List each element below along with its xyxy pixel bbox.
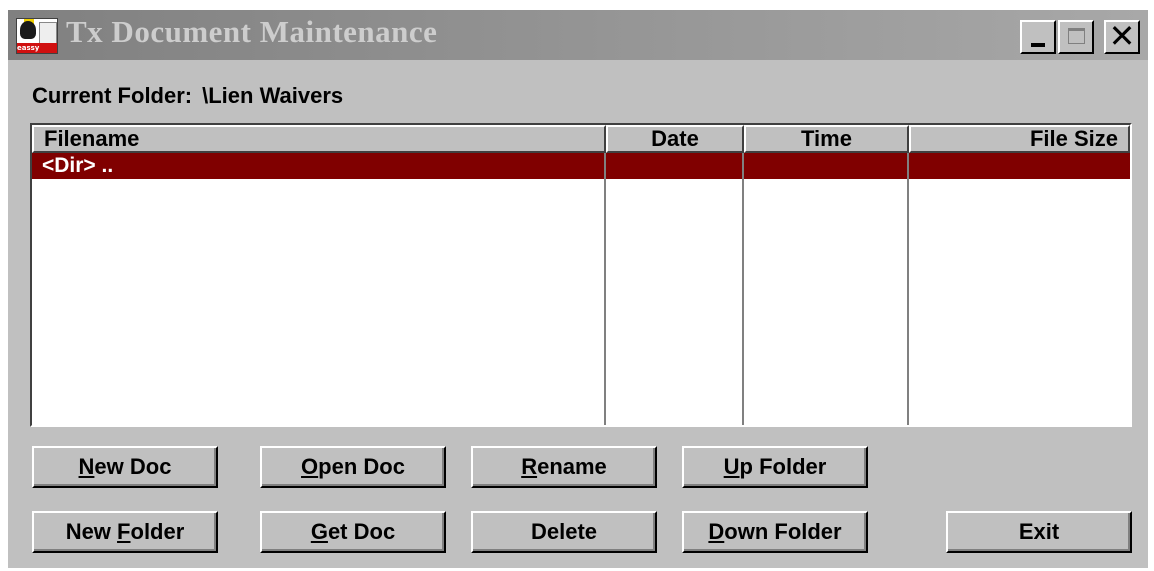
down-folder-button[interactable]: Down Folder [682, 511, 868, 553]
column-header-date[interactable]: Date [606, 125, 744, 153]
open-doc-button[interactable]: Open Doc [260, 446, 446, 488]
close-button[interactable]: ✕ [1104, 17, 1140, 55]
file-list-header: Filename Date Time File Size [32, 125, 1130, 153]
exit-label: Exit [1018, 519, 1060, 544]
current-folder-value: \Lien Waivers [202, 83, 344, 108]
get-doc-button[interactable]: Get Doc [260, 511, 446, 553]
up-folder-button[interactable]: Up Folder [682, 446, 868, 488]
column-divider [907, 153, 909, 425]
new-folder-label: older [130, 519, 185, 544]
delete-label: Delete [530, 519, 598, 544]
down-folder-label: own Folder [724, 519, 842, 544]
rename-button[interactable]: Rename [471, 446, 657, 488]
get-doc-label: et Doc [327, 519, 396, 544]
down-folder-accelerator: D [708, 519, 725, 544]
column-header-time[interactable]: Time [744, 125, 909, 153]
current-folder: Current Folder: \Lien Waivers [32, 83, 343, 109]
window-title: Tx Document Maintenance [66, 14, 438, 49]
new-folder-accelerator: F [117, 519, 131, 544]
new-doc-accelerator: N [78, 454, 95, 479]
column-header-filename[interactable]: Filename [32, 125, 606, 153]
document-maintenance-window: eassy Tx Document Maintenance ✕ Current … [8, 10, 1148, 568]
rename-accelerator: R [521, 454, 538, 479]
maximize-button[interactable] [1058, 20, 1094, 54]
column-divider [742, 153, 744, 425]
maximize-icon [1068, 28, 1085, 44]
current-folder-label: Current Folder: [32, 83, 193, 108]
row-filename: <Dir> .. [42, 154, 114, 177]
app-icon-document [39, 22, 57, 44]
column-divider [604, 153, 606, 425]
up-folder-accelerator: U [723, 454, 740, 479]
new-doc-label: ew Doc [94, 454, 172, 479]
open-doc-accelerator: O [301, 454, 319, 479]
app-icon-face [20, 21, 36, 39]
close-icon: ✕ [1108, 17, 1136, 55]
file-list[interactable]: Filename Date Time File Size <Dir> .. [30, 123, 1132, 427]
open-doc-label: pen Doc [318, 454, 405, 479]
exit-button[interactable]: Exit [946, 511, 1132, 553]
title-bar[interactable]: eassy Tx Document Maintenance ✕ [8, 10, 1148, 60]
app-icon-label: eassy [17, 43, 57, 53]
new-folder-label-pre: New [65, 519, 118, 544]
app-icon[interactable]: eassy [16, 18, 58, 54]
minimize-button[interactable] [1020, 20, 1056, 54]
get-doc-accelerator: G [310, 519, 328, 544]
rename-label: ename [537, 454, 607, 479]
minimize-icon [1031, 43, 1045, 47]
table-row[interactable]: <Dir> .. [32, 153, 1130, 179]
new-doc-button[interactable]: New Doc [32, 446, 218, 488]
new-folder-button[interactable]: New Folder [32, 511, 218, 553]
column-header-file-size[interactable]: File Size [909, 125, 1130, 153]
up-folder-label: p Folder [739, 454, 827, 479]
delete-button[interactable]: Delete [471, 511, 657, 553]
